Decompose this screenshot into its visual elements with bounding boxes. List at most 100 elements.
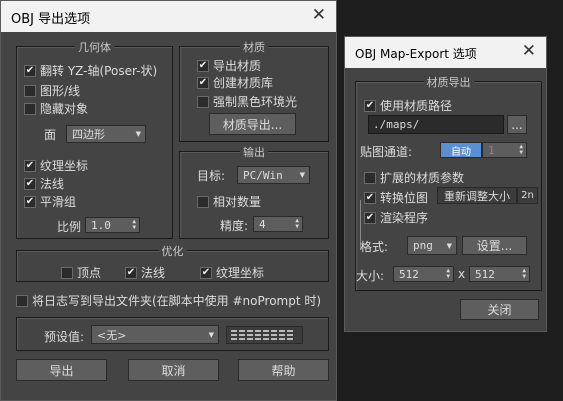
target-label: 目标:: [197, 169, 226, 183]
relative-numbers-label: 相对数量: [213, 195, 262, 209]
preset-grid-icon: [230, 330, 293, 340]
flip-yz-checkbox[interactable]: ✔ 翻转 YZ-轴(Poser-状): [24, 62, 157, 79]
checkbox-empty: [16, 294, 28, 307]
export-button[interactable]: 导出: [16, 359, 107, 381]
checkbox-empty: [197, 195, 209, 208]
spinner-arrows-icon[interactable]: ▲ ▼: [519, 144, 523, 156]
map-dialog-titlebar[interactable]: OBJ Map-Export 选项 ✕: [345, 37, 546, 68]
target-value: PC/Win: [243, 168, 283, 182]
channel-spinner[interactable]: 1 ▲ ▼: [482, 142, 527, 158]
force-black-ambient-checkbox[interactable]: 强制黑色环境光: [197, 93, 297, 110]
height-value: 512: [475, 267, 495, 281]
optimize-texcoords-checkbox[interactable]: ✔ 纹理坐标: [200, 264, 264, 281]
material-path-input[interactable]: ./maps/: [368, 115, 504, 134]
scale-value: 1.0: [91, 218, 111, 232]
obj-export-dialog: OBJ 导出选项 ✕ 几何体 ✔ 翻转 YZ-轴(Poser-状) 图形/线 隐…: [0, 0, 337, 401]
dropdown-arrow-icon: ▼: [446, 241, 452, 250]
face-label: 面: [44, 128, 57, 142]
help-button[interactable]: 帮助: [238, 359, 329, 381]
optimize-vertices-checkbox[interactable]: 顶点: [61, 264, 101, 281]
power-of-two-button[interactable]: 2n: [517, 187, 538, 204]
hidden-objects-label: 隐藏对象: [40, 102, 89, 116]
check-icon: ✔: [197, 59, 209, 72]
target-dropdown[interactable]: PC/Win ▼: [237, 166, 310, 184]
size-times-label: x: [458, 267, 466, 281]
relative-numbers-checkbox[interactable]: 相对数量: [197, 193, 261, 210]
precision-value: 4: [259, 217, 266, 231]
check-icon: ✔: [24, 195, 36, 208]
write-log-checkbox[interactable]: 将日志写到导出文件夹(在脚本中使用 #noPrompt 时): [16, 292, 321, 309]
smoothing-label: 平滑组: [40, 195, 77, 209]
render-procedural-checkbox[interactable]: ✔ 渲染程序: [364, 209, 428, 226]
optimize-vertices-label: 顶点: [77, 266, 102, 280]
create-library-checkbox[interactable]: ✔ 创建材质库: [197, 74, 273, 91]
spinner-arrows-icon[interactable]: ▲ ▼: [132, 219, 136, 231]
extended-params-label: 扩展的材质参数: [380, 171, 465, 185]
optimize-header: 优化: [158, 245, 187, 258]
map-dialog-title: OBJ Map-Export 选项: [355, 47, 477, 61]
export-materials-checkbox[interactable]: ✔ 导出材质: [197, 57, 261, 74]
map-close-button[interactable]: 关闭: [460, 299, 539, 320]
material-export-header: 材质导出: [423, 76, 474, 89]
width-value: 512: [399, 267, 419, 281]
channel-auto-button[interactable]: 自动: [440, 142, 482, 158]
face-dropdown[interactable]: 四边形 ▼: [66, 125, 146, 143]
smoothing-checkbox[interactable]: ✔ 平滑组: [24, 193, 76, 210]
dropdown-arrow-icon: ▼: [208, 330, 214, 339]
use-material-path-label: 使用材质路径: [380, 99, 453, 113]
cancel-button[interactable]: 取消: [128, 359, 219, 381]
format-dropdown[interactable]: png ▼: [407, 236, 457, 255]
close-icon[interactable]: ✕: [522, 41, 536, 61]
render-procedural-label: 渲染程序: [380, 211, 429, 225]
check-icon: ✔: [197, 76, 209, 89]
format-settings-button[interactable]: 设置...: [462, 236, 527, 255]
hidden-objects-checkbox[interactable]: 隐藏对象: [24, 100, 88, 117]
optimize-group: 优化 顶点 ✔ 法线 ✔ 纹理坐标: [16, 245, 329, 282]
output-group: 输出 目标: PC/Win ▼ 相对数量 精度: 4 ▲ ▼: [179, 146, 329, 239]
extended-params-checkbox[interactable]: 扩展的材质参数: [364, 169, 464, 186]
rescale-button[interactable]: 重新调整大小: [437, 187, 517, 204]
use-material-path-checkbox[interactable]: ✔ 使用材质路径: [364, 97, 452, 114]
check-icon: ✔: [24, 159, 36, 172]
checkbox-empty: [24, 102, 36, 115]
scale-spinner[interactable]: 1.0 ▲ ▼: [85, 217, 140, 233]
checkbox-empty: [24, 84, 36, 97]
height-spinner[interactable]: 512 ▲ ▼: [469, 266, 530, 282]
material-header: 材质: [240, 41, 268, 54]
check-icon: ✔: [125, 266, 137, 279]
output-header: 输出: [240, 146, 268, 159]
force-black-ambient-label: 强制黑色环境光: [213, 95, 298, 109]
preset-dropdown[interactable]: <无> ▼: [91, 325, 219, 344]
shapes-checkbox[interactable]: 图形/线: [24, 82, 80, 99]
width-spinner[interactable]: 512 ▲ ▼: [393, 266, 454, 282]
normals-label: 法线: [40, 177, 65, 191]
scale-label: 比例: [57, 220, 82, 234]
dropdown-arrow-icon: ▼: [135, 130, 141, 138]
preset-list-icon[interactable]: [226, 326, 303, 344]
browse-button[interactable]: ...: [507, 115, 527, 134]
optimize-texcoords-label: 纹理坐标: [216, 266, 265, 280]
create-library-label: 创建材质库: [213, 76, 274, 90]
spinner-arrows-icon[interactable]: ▲ ▼: [446, 268, 450, 280]
dialog-title: OBJ 导出选项: [11, 12, 91, 27]
material-export-button[interactable]: 材质导出...: [209, 113, 296, 135]
normals-checkbox[interactable]: ✔ 法线: [24, 175, 64, 192]
material-group: 材质 ✔ 导出材质 ✔ 创建材质库 强制黑色环境光 材质导出...: [179, 41, 329, 142]
close-icon[interactable]: ✕: [312, 5, 326, 25]
map-export-dialog: OBJ Map-Export 选项 ✕ 材质导出 ✔ 使用材质路径 ./maps…: [344, 36, 547, 332]
shapes-label: 图形/线: [40, 84, 81, 98]
dialog-titlebar[interactable]: OBJ 导出选项 ✕: [1, 1, 336, 32]
precision-spinner[interactable]: 4 ▲ ▼: [253, 216, 303, 232]
checkbox-empty: [364, 171, 376, 184]
spinner-arrows-icon[interactable]: ▲ ▼: [295, 218, 299, 230]
write-log-label: 将日志写到导出文件夹(在脚本中使用 #noPrompt 时): [32, 294, 322, 308]
dropdown-arrow-icon: ▼: [299, 171, 305, 179]
spinner-arrows-icon[interactable]: ▲ ▼: [522, 268, 526, 280]
check-icon: ✔: [364, 99, 376, 112]
texcoords-checkbox[interactable]: ✔ 纹理坐标: [24, 157, 88, 174]
check-icon: ✔: [200, 266, 212, 279]
optimize-normals-checkbox[interactable]: ✔ 法线: [125, 264, 165, 281]
preset-group: 预设值: <无> ▼: [16, 317, 329, 351]
geometry-header: 几何体: [75, 41, 114, 54]
convert-bitmap-checkbox[interactable]: ✔ 转换位图: [364, 189, 428, 206]
